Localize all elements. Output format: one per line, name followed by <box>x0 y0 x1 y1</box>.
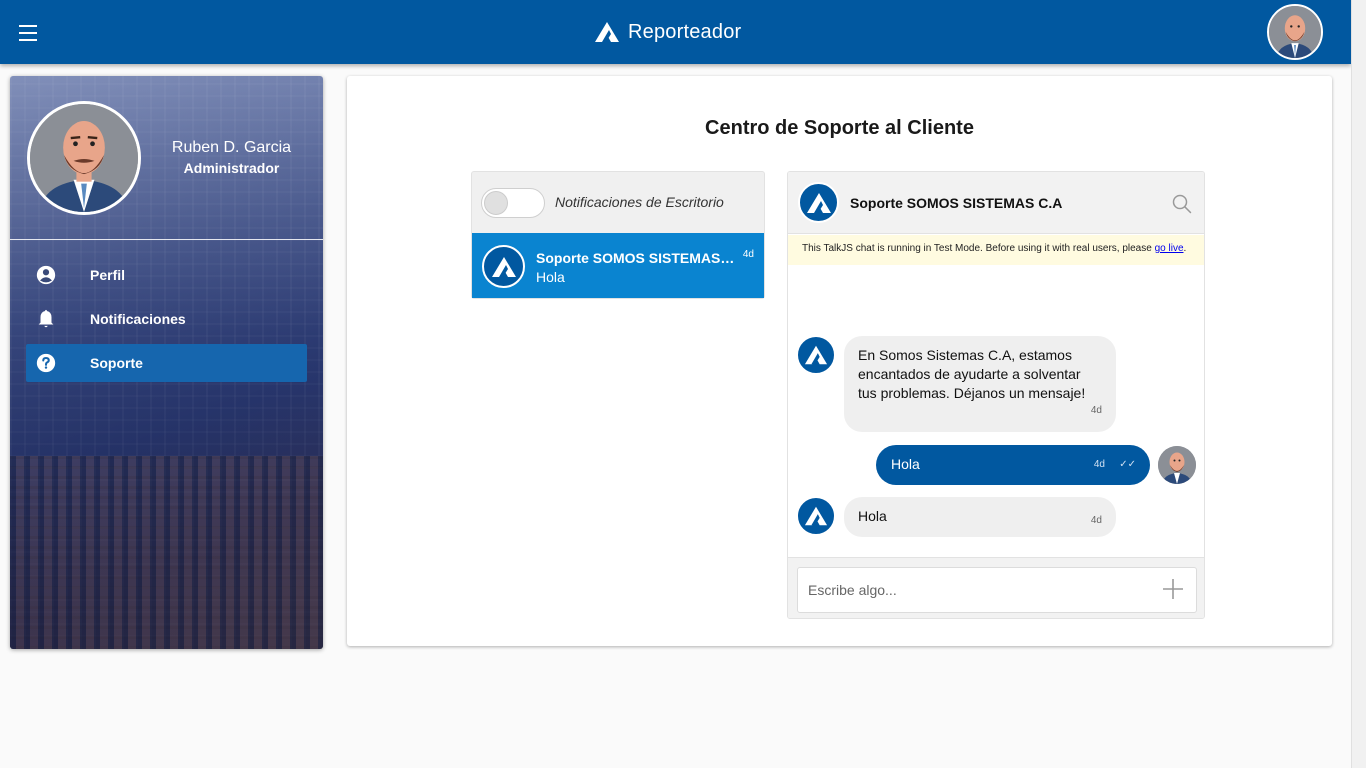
toggle-knob <box>484 191 508 215</box>
message-time: 4d <box>1090 515 1102 526</box>
sidebar-item-soporte[interactable]: Soporte <box>26 344 307 382</box>
vertical-scrollbar[interactable] <box>1351 0 1366 768</box>
message-time: 4d <box>1093 459 1105 470</box>
app-title: Reporteador <box>628 20 742 43</box>
somos-sistemas-logo-icon <box>806 192 831 213</box>
main-card: Centro de Soporte al Cliente Notificacio… <box>347 76 1332 646</box>
somos-sistemas-logo-icon <box>804 345 828 365</box>
sidebar-divider <box>10 239 323 240</box>
conversation-time: 4d <box>742 249 754 260</box>
sidebar: Ruben D. Garcia Administrador Perfil Not… <box>10 76 323 649</box>
message-text: Hola <box>891 456 920 472</box>
user-avatar-small <box>1158 446 1196 484</box>
sidebar-item-notificaciones[interactable]: Notificaciones <box>26 300 307 338</box>
desktop-notifications-label: Notificaciones de Escritorio <box>555 194 724 210</box>
desktop-notifications-row: Notificaciones de Escritorio <box>472 172 764 233</box>
chat-panel: Soporte SOMOS SISTEMAS C.A This TalkJS c… <box>787 171 1205 619</box>
somos-sistemas-logo-icon <box>491 256 516 277</box>
sidebar-item-label: Perfil <box>90 267 126 283</box>
search-icon[interactable] <box>1172 194 1192 214</box>
plus-icon[interactable] <box>1162 578 1184 600</box>
go-live-link[interactable]: go live <box>1155 243 1184 254</box>
help-circle-icon <box>35 352 57 374</box>
sidebar-user-name: Ruben D. Garcia <box>171 139 292 156</box>
message-bubble-incoming: Hola 4d <box>844 497 1116 537</box>
test-mode-banner: This TalkJS chat is running in Test Mode… <box>788 235 1204 265</box>
reporteador-logo-icon <box>595 22 619 42</box>
conversation-last-message: Hola <box>536 269 565 285</box>
conversation-name: Soporte SOMOS SISTEMAS C.A <box>536 250 736 266</box>
somos-sistemas-logo-icon <box>804 506 828 526</box>
support-avatar <box>796 496 836 536</box>
desktop-notifications-toggle[interactable] <box>481 188 545 218</box>
sidebar-item-label: Soporte <box>90 355 143 371</box>
message-time: 4d <box>1090 405 1102 416</box>
conversation-item[interactable]: Soporte SOMOS SISTEMAS C.A 4d Hola <box>472 233 764 298</box>
test-mode-text: This TalkJS chat is running in Test Mode… <box>802 243 1155 254</box>
support-avatar <box>482 245 525 288</box>
message-bubble-incoming: En Somos Sistemas C.A, estamos encantado… <box>844 336 1116 432</box>
page-title: Centro de Soporte al Cliente <box>705 117 974 139</box>
chat-header: Soporte SOMOS SISTEMAS C.A <box>788 172 1204 234</box>
message-composer <box>788 557 1204 618</box>
top-app-bar: Reporteador <box>0 0 1351 64</box>
sidebar-item-perfil[interactable]: Perfil <box>26 256 307 294</box>
message-bubble-outgoing: Hola 4d ✓✓ <box>876 445 1150 485</box>
message-list: En Somos Sistemas C.A, estamos encantado… <box>788 265 1204 557</box>
user-avatar[interactable] <box>1267 4 1323 60</box>
test-mode-end: . <box>1183 243 1187 254</box>
chat-header-title: Soporte SOMOS SISTEMAS C.A <box>850 195 1063 211</box>
support-avatar <box>798 182 839 223</box>
bell-icon <box>35 308 57 330</box>
support-avatar <box>796 335 836 375</box>
message-input[interactable] <box>797 567 1197 613</box>
conversation-list: Notificaciones de Escritorio Soporte SOM… <box>471 171 765 299</box>
message-text: Hola <box>858 508 887 524</box>
sidebar-background-image <box>10 456 323 649</box>
brand: Reporteador <box>594 16 741 48</box>
sidebar-user-avatar <box>27 101 141 215</box>
message-text: En Somos Sistemas C.A, estamos encantado… <box>858 347 1086 401</box>
sidebar-user-role: Administrador <box>183 160 280 176</box>
sidebar-item-label: Notificaciones <box>90 311 186 327</box>
hamburger-menu-icon[interactable] <box>14 18 42 46</box>
account-circle-icon <box>35 264 57 286</box>
read-receipt-icon: ✓✓ <box>1119 459 1136 470</box>
